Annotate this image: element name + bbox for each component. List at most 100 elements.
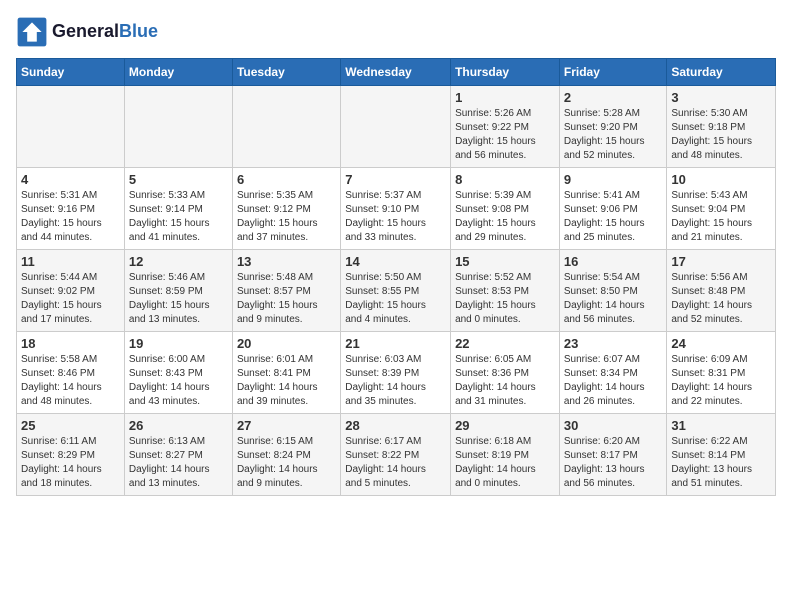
day-number: 2: [564, 90, 663, 105]
page-header: GeneralBlue: [16, 16, 776, 48]
calendar-cell: 5Sunrise: 5:33 AM Sunset: 9:14 PM Daylig…: [124, 168, 232, 250]
calendar-cell: 9Sunrise: 5:41 AM Sunset: 9:06 PM Daylig…: [559, 168, 667, 250]
calendar-cell: 6 Sunrise: 5:35 AM Sunset: 9:12 PM Daylig…: [232, 168, 340, 250]
weekday-header: Monday: [124, 59, 232, 86]
day-number: 8: [455, 172, 555, 187]
calendar-cell: [341, 86, 451, 168]
calendar-cell: 7 Sunrise: 5:37 AM Sunset: 9:10 PM Daylig…: [341, 168, 451, 250]
day-number: 31: [671, 418, 771, 433]
calendar-cell: 4 Sunrise: 5:31 AM Sunset: 9:16 PM Daylig…: [17, 168, 125, 250]
calendar-cell: 14Sunrise: 5:50 AM Sunset: 8:55 PM Dayli…: [341, 250, 451, 332]
day-info: Sunrise: 5:43 AM Sunset: 9:04 PM Dayligh…: [671, 189, 771, 245]
day-info: Sunrise: 5:28 AM Sunset: 9:20 PM Dayligh…: [564, 107, 663, 163]
day-info: Sunrise: 5:26 AM Sunset: 9:22 PM Dayligh…: [455, 107, 555, 163]
day-number: 20: [237, 336, 336, 351]
day-info: Sunrise: 5:35 AM Sunset: 9:12 PM Dayligh…: [237, 189, 336, 245]
weekday-header: Friday: [559, 59, 667, 86]
day-info: Sunrise: 6:05 AM Sunset: 8:36 PM Dayligh…: [455, 353, 555, 409]
calendar-cell: 2 Sunrise: 5:28 AM Sunset: 9:20 PM Daylig…: [559, 86, 667, 168]
calendar-cell: 11 Sunrise: 5:44 AM Sunset: 9:02 PM Dayli…: [17, 250, 125, 332]
day-number: 27: [237, 418, 336, 433]
calendar-cell: 16 Sunrise: 5:54 AM Sunset: 8:50 PM Dayli…: [559, 250, 667, 332]
day-info: Sunrise: 5:58 AM Sunset: 8:46 PM Dayligh…: [21, 353, 120, 409]
day-info: Sunrise: 6:15 AM Sunset: 8:24 PM Dayligh…: [237, 435, 336, 491]
calendar-cell: 8 Sunrise: 5:39 AM Sunset: 9:08 PM Daylig…: [451, 168, 560, 250]
day-number: 30: [564, 418, 663, 433]
day-number: 7: [345, 172, 446, 187]
day-info: Sunrise: 6:13 AM Sunset: 8:27 PM Dayligh…: [129, 435, 228, 491]
calendar-cell: 12Sunrise: 5:46 AM Sunset: 8:59 PM Dayli…: [124, 250, 232, 332]
day-info: Sunrise: 5:44 AM Sunset: 9:02 PM Dayligh…: [21, 271, 120, 327]
calendar-table: SundayMondayTuesdayWednesdayThursdayFrid…: [16, 58, 776, 496]
day-info: Sunrise: 5:52 AM Sunset: 8:53 PM Dayligh…: [455, 271, 555, 327]
day-number: 28: [345, 418, 446, 433]
calendar-cell: 29 Sunrise: 6:18 AM Sunset: 8:19 PM Dayli…: [451, 414, 560, 496]
calendar-cell: 15 Sunrise: 5:52 AM Sunset: 8:53 PM Dayli…: [451, 250, 560, 332]
day-number: 17: [671, 254, 771, 269]
calendar-cell: 17 Sunrise: 5:56 AM Sunset: 8:48 PM Dayli…: [667, 250, 776, 332]
logo-icon: [16, 16, 48, 48]
day-number: 29: [455, 418, 555, 433]
day-number: 26: [129, 418, 228, 433]
calendar-cell: [124, 86, 232, 168]
day-info: Sunrise: 5:54 AM Sunset: 8:50 PM Dayligh…: [564, 271, 663, 327]
day-number: 10: [671, 172, 771, 187]
day-info: Sunrise: 6:22 AM Sunset: 8:14 PM Dayligh…: [671, 435, 771, 491]
day-number: 6: [237, 172, 336, 187]
day-info: Sunrise: 5:46 AM Sunset: 8:59 PM Dayligh…: [129, 271, 228, 327]
day-info: Sunrise: 6:07 AM Sunset: 8:34 PM Dayligh…: [564, 353, 663, 409]
day-number: 23: [564, 336, 663, 351]
day-info: Sunrise: 5:56 AM Sunset: 8:48 PM Dayligh…: [671, 271, 771, 327]
calendar-cell: [17, 86, 125, 168]
day-info: Sunrise: 6:09 AM Sunset: 8:31 PM Dayligh…: [671, 353, 771, 409]
logo: GeneralBlue: [16, 16, 158, 48]
calendar-cell: 24 Sunrise: 6:09 AM Sunset: 8:31 PM Dayli…: [667, 332, 776, 414]
day-number: 25: [21, 418, 120, 433]
day-info: Sunrise: 6:01 AM Sunset: 8:41 PM Dayligh…: [237, 353, 336, 409]
calendar-cell: 19Sunrise: 6:00 AM Sunset: 8:43 PM Dayli…: [124, 332, 232, 414]
day-info: Sunrise: 6:17 AM Sunset: 8:22 PM Dayligh…: [345, 435, 446, 491]
day-number: 22: [455, 336, 555, 351]
calendar-cell: 20 Sunrise: 6:01 AM Sunset: 8:41 PM Dayli…: [232, 332, 340, 414]
calendar-cell: 22 Sunrise: 6:05 AM Sunset: 8:36 PM Dayli…: [451, 332, 560, 414]
calendar-cell: 31 Sunrise: 6:22 AM Sunset: 8:14 PM Dayli…: [667, 414, 776, 496]
day-number: 13: [237, 254, 336, 269]
calendar-cell: [232, 86, 340, 168]
day-info: Sunrise: 6:20 AM Sunset: 8:17 PM Dayligh…: [564, 435, 663, 491]
logo-text: GeneralBlue: [52, 22, 158, 42]
calendar-cell: 21 Sunrise: 6:03 AM Sunset: 8:39 PM Dayli…: [341, 332, 451, 414]
day-info: Sunrise: 5:41 AM Sunset: 9:06 PM Dayligh…: [564, 189, 663, 245]
calendar-cell: 23 Sunrise: 6:07 AM Sunset: 8:34 PM Dayli…: [559, 332, 667, 414]
day-info: Sunrise: 5:39 AM Sunset: 9:08 PM Dayligh…: [455, 189, 555, 245]
calendar-cell: 27 Sunrise: 6:15 AM Sunset: 8:24 PM Dayli…: [232, 414, 340, 496]
day-number: 18: [21, 336, 120, 351]
day-number: 11: [21, 254, 120, 269]
day-number: 16: [564, 254, 663, 269]
calendar-cell: 28 Sunrise: 6:17 AM Sunset: 8:22 PM Dayli…: [341, 414, 451, 496]
weekday-header: Wednesday: [341, 59, 451, 86]
weekday-header: Saturday: [667, 59, 776, 86]
day-info: Sunrise: 6:18 AM Sunset: 8:19 PM Dayligh…: [455, 435, 555, 491]
day-number: 21: [345, 336, 446, 351]
day-number: 19: [129, 336, 228, 351]
calendar-cell: 18 Sunrise: 5:58 AM Sunset: 8:46 PM Dayli…: [17, 332, 125, 414]
calendar-cell: 30 Sunrise: 6:20 AM Sunset: 8:17 PM Dayli…: [559, 414, 667, 496]
day-number: 3: [671, 90, 771, 105]
weekday-header: Thursday: [451, 59, 560, 86]
day-number: 1: [455, 90, 555, 105]
calendar-cell: 13 Sunrise: 5:48 AM Sunset: 8:57 PM Dayli…: [232, 250, 340, 332]
weekday-header: Sunday: [17, 59, 125, 86]
day-info: Sunrise: 5:37 AM Sunset: 9:10 PM Dayligh…: [345, 189, 446, 245]
calendar-cell: 1 Sunrise: 5:26 AM Sunset: 9:22 PM Daylig…: [451, 86, 560, 168]
day-number: 24: [671, 336, 771, 351]
calendar-cell: 3Sunrise: 5:30 AM Sunset: 9:18 PM Daylig…: [667, 86, 776, 168]
day-number: 14: [345, 254, 446, 269]
day-number: 4: [21, 172, 120, 187]
weekday-header: Tuesday: [232, 59, 340, 86]
day-number: 5: [129, 172, 228, 187]
calendar-cell: 26 Sunrise: 6:13 AM Sunset: 8:27 PM Dayli…: [124, 414, 232, 496]
day-number: 15: [455, 254, 555, 269]
day-info: Sunrise: 5:48 AM Sunset: 8:57 PM Dayligh…: [237, 271, 336, 327]
day-info: Sunrise: 6:03 AM Sunset: 8:39 PM Dayligh…: [345, 353, 446, 409]
day-info: Sunrise: 5:31 AM Sunset: 9:16 PM Dayligh…: [21, 189, 120, 245]
